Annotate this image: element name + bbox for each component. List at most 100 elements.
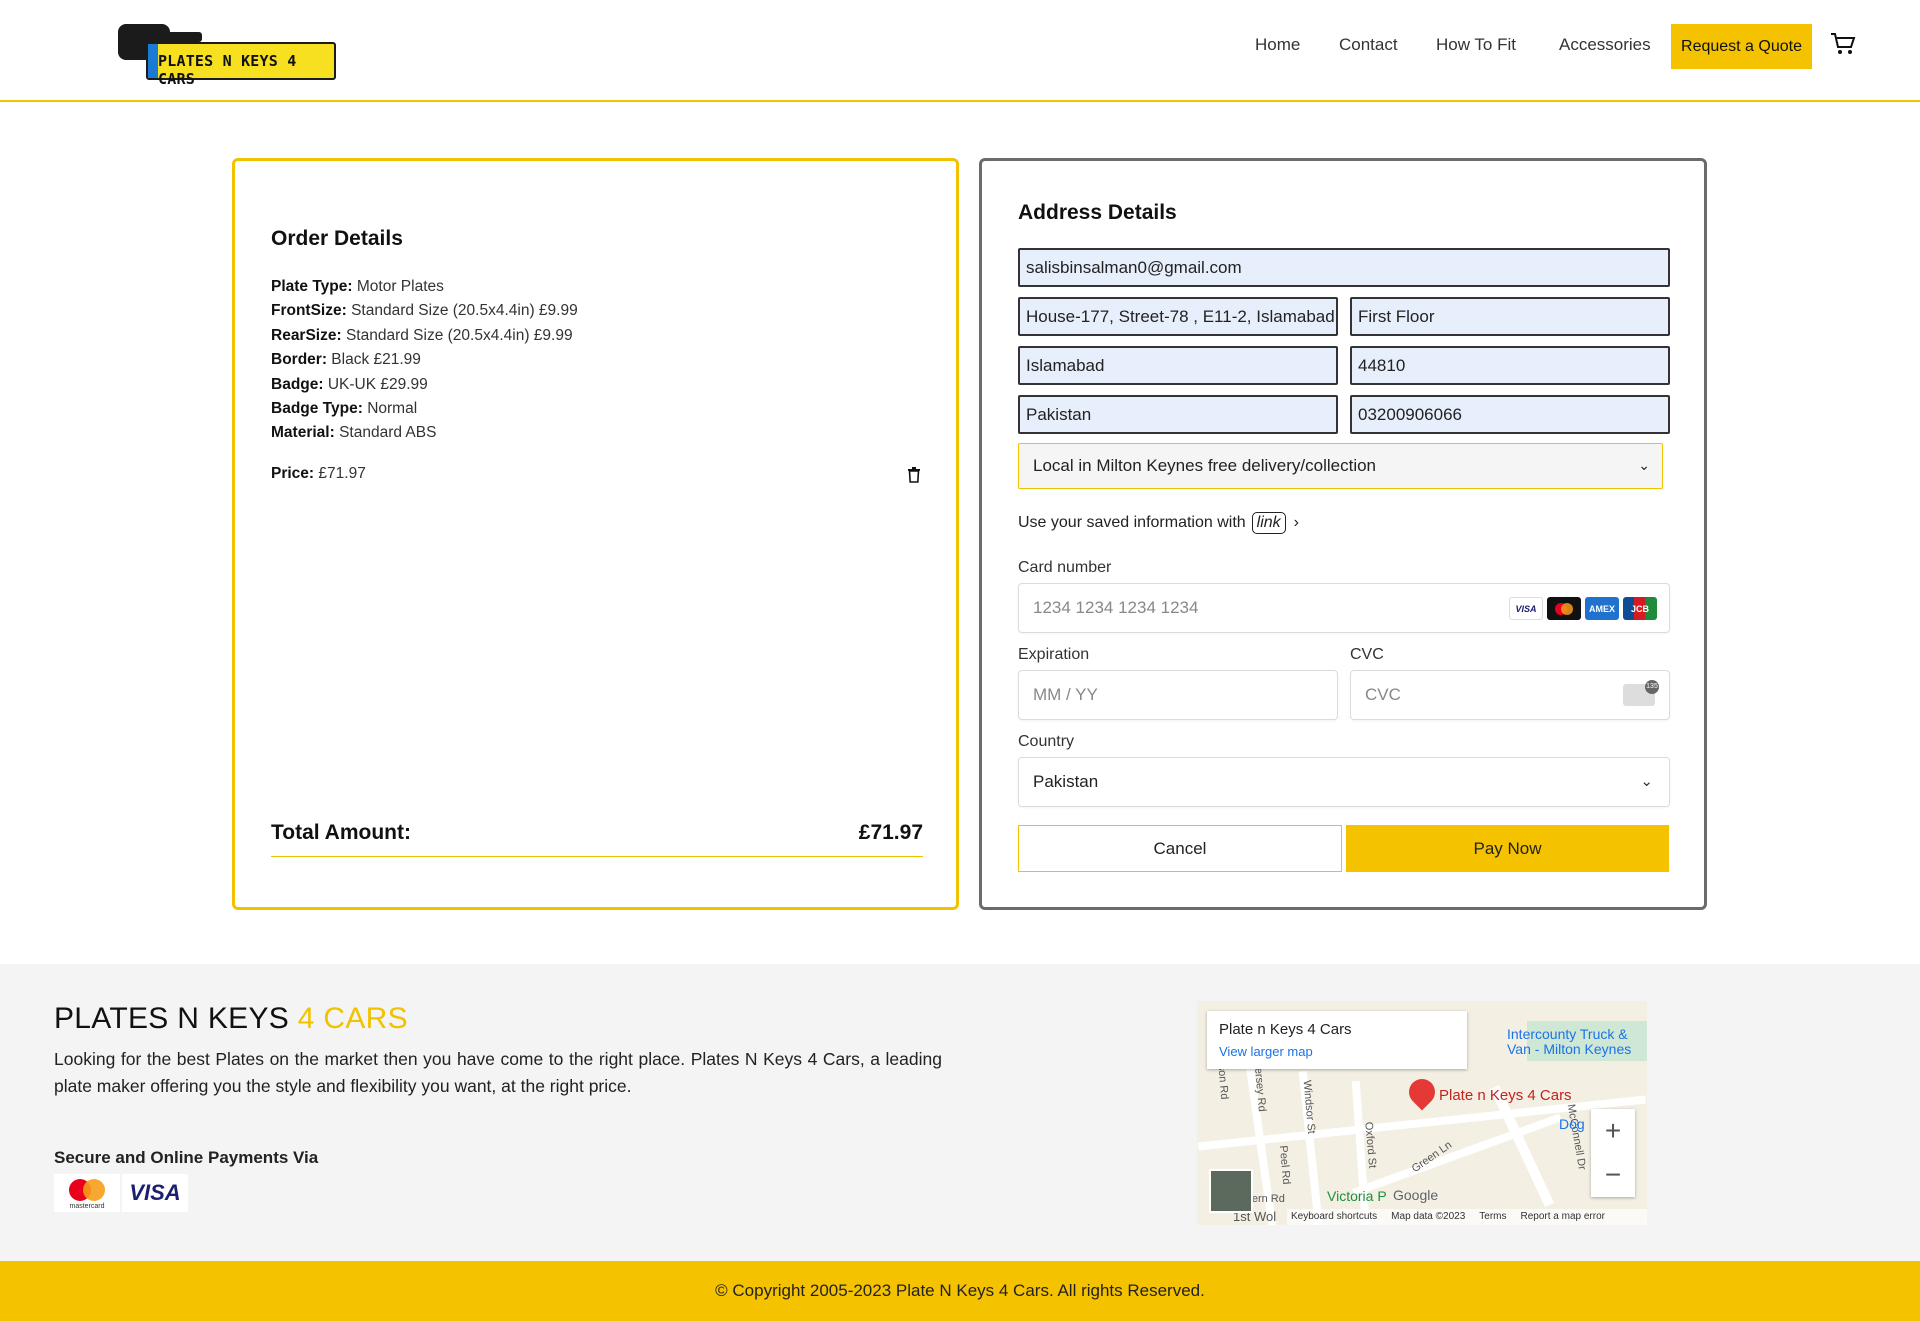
- detail-badge-type: Badge Type: Normal: [271, 397, 578, 421]
- site-logo[interactable]: PLATES N KEYS 4 CARS: [118, 22, 338, 88]
- zoom-out-icon[interactable]: −: [1591, 1153, 1635, 1197]
- detail-badge: Badge: UK-UK £29.99: [271, 373, 578, 397]
- visa-logo: VISA: [122, 1174, 188, 1212]
- detail-plate-type: Plate Type: Motor Plates: [271, 275, 578, 299]
- cvc-number-badge: 135: [1645, 680, 1659, 694]
- email-field[interactable]: salisbinsalman0@gmail.com: [1018, 248, 1670, 287]
- view-larger-map-link[interactable]: View larger map: [1219, 1044, 1313, 1059]
- copyright-text: © Copyright 2005-2023 Plate N Keys 4 Car…: [715, 1281, 1205, 1300]
- detail-label: RearSize:: [271, 326, 342, 344]
- map-street-label: Peel Rd: [1276, 1144, 1293, 1186]
- address-line2-field[interactable]: First Floor: [1350, 297, 1670, 336]
- detail-value: Motor Plates: [356, 278, 444, 295]
- plate-band: [148, 44, 158, 78]
- nav-home[interactable]: Home: [1255, 35, 1300, 55]
- phone-field[interactable]: 03200906066: [1350, 395, 1670, 434]
- map-street-label: Windsor St: [1300, 1079, 1318, 1135]
- detail-value: Black £21.99: [331, 351, 421, 369]
- card-number-placeholder: 1234 1234 1234 1234: [1033, 598, 1199, 617]
- mastercard-icon: [1547, 597, 1581, 620]
- price-value: £71.97: [318, 465, 366, 482]
- detail-material: Material: Standard ABS: [271, 421, 578, 445]
- order-details-title: Order Details: [271, 227, 403, 250]
- detail-label: Plate Type:: [271, 278, 353, 295]
- key-blade-graphic: [152, 32, 202, 42]
- map-pin-icon[interactable]: [1403, 1073, 1441, 1111]
- delivery-option-select[interactable]: Local in Milton Keynes free delivery/col…: [1018, 443, 1663, 489]
- chevron-right-icon: ›: [1293, 514, 1299, 531]
- map-attribution: Keyboard shortcuts Map data ©2023 Terms …: [1287, 1209, 1647, 1225]
- delivery-option-value: Local in Milton Keynes free delivery/col…: [1033, 456, 1377, 475]
- mastercard-circles: [1555, 602, 1573, 615]
- map-place-title: Plate n Keys 4 Cars: [1219, 1021, 1352, 1038]
- mastercard-logo: mastercard: [54, 1174, 120, 1212]
- detail-value: Standard ABS: [339, 424, 437, 442]
- visa-icon: VISA: [1509, 597, 1543, 620]
- detail-label: Badge:: [271, 375, 324, 393]
- map-satellite-toggle[interactable]: [1209, 1169, 1253, 1213]
- footer-description: Looking for the best Plates on the marke…: [54, 1049, 942, 1096]
- total-amount-label: Total Amount:: [271, 821, 411, 844]
- map-place-victoria[interactable]: Victoria P: [1327, 1189, 1387, 1204]
- city-field[interactable]: Islamabad: [1018, 346, 1338, 385]
- detail-label: Badge Type:: [271, 400, 363, 418]
- total-amount-row: Total Amount: £71.97: [271, 821, 923, 857]
- country-field[interactable]: Pakistan: [1018, 395, 1338, 434]
- map-place-intercounty[interactable]: Intercounty Truck & Van - Milton Keynes: [1507, 1027, 1647, 1057]
- trash-icon[interactable]: [907, 466, 921, 483]
- pay-now-button[interactable]: Pay Now: [1346, 825, 1669, 872]
- nav-how-to-fit[interactable]: How To Fit: [1436, 35, 1516, 55]
- zoom-in-icon[interactable]: +: [1591, 1109, 1635, 1153]
- mastercard-logo-graphic: mastercard: [69, 1179, 105, 1210]
- detail-label: Material:: [271, 424, 335, 442]
- country-select[interactable]: Pakistan ⌄: [1018, 757, 1670, 807]
- copyright-bar: © Copyright 2005-2023 Plate N Keys 4 Car…: [0, 1261, 1920, 1321]
- cvc-card-icon: 135: [1623, 680, 1659, 706]
- address-line1-field[interactable]: House-177, Street-78 , E11-2, Islamabad: [1018, 297, 1338, 336]
- detail-rear-size: RearSize: Standard Size (20.5x4.4in) £9.…: [271, 324, 578, 348]
- request-quote-button[interactable]: Request a Quote: [1671, 24, 1812, 69]
- site-header: PLATES N KEYS 4 CARS Home Contact How To…: [0, 0, 1920, 102]
- jcb-icon: JCB: [1623, 597, 1657, 620]
- chevron-down-icon: ⌄: [1638, 457, 1650, 473]
- link-logo: link: [1251, 512, 1286, 534]
- map-place-dog[interactable]: Dog: [1559, 1117, 1585, 1132]
- report-map-error-link[interactable]: Report a map error: [1521, 1209, 1605, 1225]
- amex-icon: AMEX: [1585, 597, 1619, 620]
- logo-text: PLATES N KEYS 4 CARS: [158, 52, 297, 88]
- card-number-label: Card number: [1018, 559, 1112, 576]
- card-number-input[interactable]: 1234 1234 1234 1234 VISA AMEX JCB: [1018, 583, 1670, 633]
- mastercard-wordmark: mastercard: [69, 1203, 104, 1210]
- country-label: Country: [1018, 733, 1075, 750]
- postcode-field[interactable]: 44810: [1350, 346, 1670, 385]
- map-data-text: Map data ©2023: [1391, 1211, 1466, 1222]
- cancel-button[interactable]: Cancel: [1018, 825, 1342, 872]
- total-amount-value: £71.97: [858, 821, 923, 844]
- map-zoom-controls: + −: [1591, 1109, 1635, 1197]
- keyboard-shortcuts-link[interactable]: Keyboard shortcuts: [1291, 1209, 1377, 1225]
- expiration-input[interactable]: MM / YY: [1018, 670, 1338, 720]
- cvc-placeholder: CVC: [1365, 685, 1401, 704]
- google-logo: Google: [1393, 1187, 1439, 1203]
- footer-title-accent: 4 CARS: [297, 1002, 408, 1035]
- map-embed[interactable]: nson Rd Jersey Rd Church Windsor St Oxfo…: [1197, 1001, 1647, 1225]
- terms-link[interactable]: Terms: [1479, 1209, 1506, 1225]
- nav-accessories[interactable]: Accessories: [1559, 35, 1651, 55]
- map-info-card: Plate n Keys 4 Cars View larger map: [1207, 1011, 1467, 1069]
- order-details-panel: Order Details Plate Type: Motor Plates F…: [232, 158, 959, 910]
- site-footer: PLATES N KEYS 4 CARS Looking for the bes…: [0, 964, 1920, 1261]
- cvc-input[interactable]: CVC 135: [1350, 670, 1670, 720]
- nav-contact[interactable]: Contact: [1339, 35, 1398, 55]
- detail-value: Standard Size (20.5x4.4in) £9.99: [351, 302, 578, 320]
- stripe-link-row[interactable]: Use your saved information with link ›: [1018, 512, 1299, 534]
- map-pin-label[interactable]: Plate n Keys 4 Cars: [1439, 1087, 1572, 1104]
- footer-title: PLATES N KEYS 4 CARS: [54, 1002, 408, 1036]
- secure-payments-label: Secure and Online Payments Via: [54, 1148, 319, 1167]
- detail-label: FrontSize:: [271, 302, 347, 320]
- item-price: Price: £71.97: [271, 465, 366, 483]
- detail-value: Standard Size (20.5x4.4in) £9.99: [345, 326, 573, 344]
- card-brand-icons: VISA AMEX JCB: [1509, 597, 1657, 620]
- cart-icon[interactable]: [1830, 32, 1856, 56]
- expiration-label: Expiration: [1018, 646, 1090, 663]
- address-details-title: Address Details: [1018, 201, 1177, 224]
